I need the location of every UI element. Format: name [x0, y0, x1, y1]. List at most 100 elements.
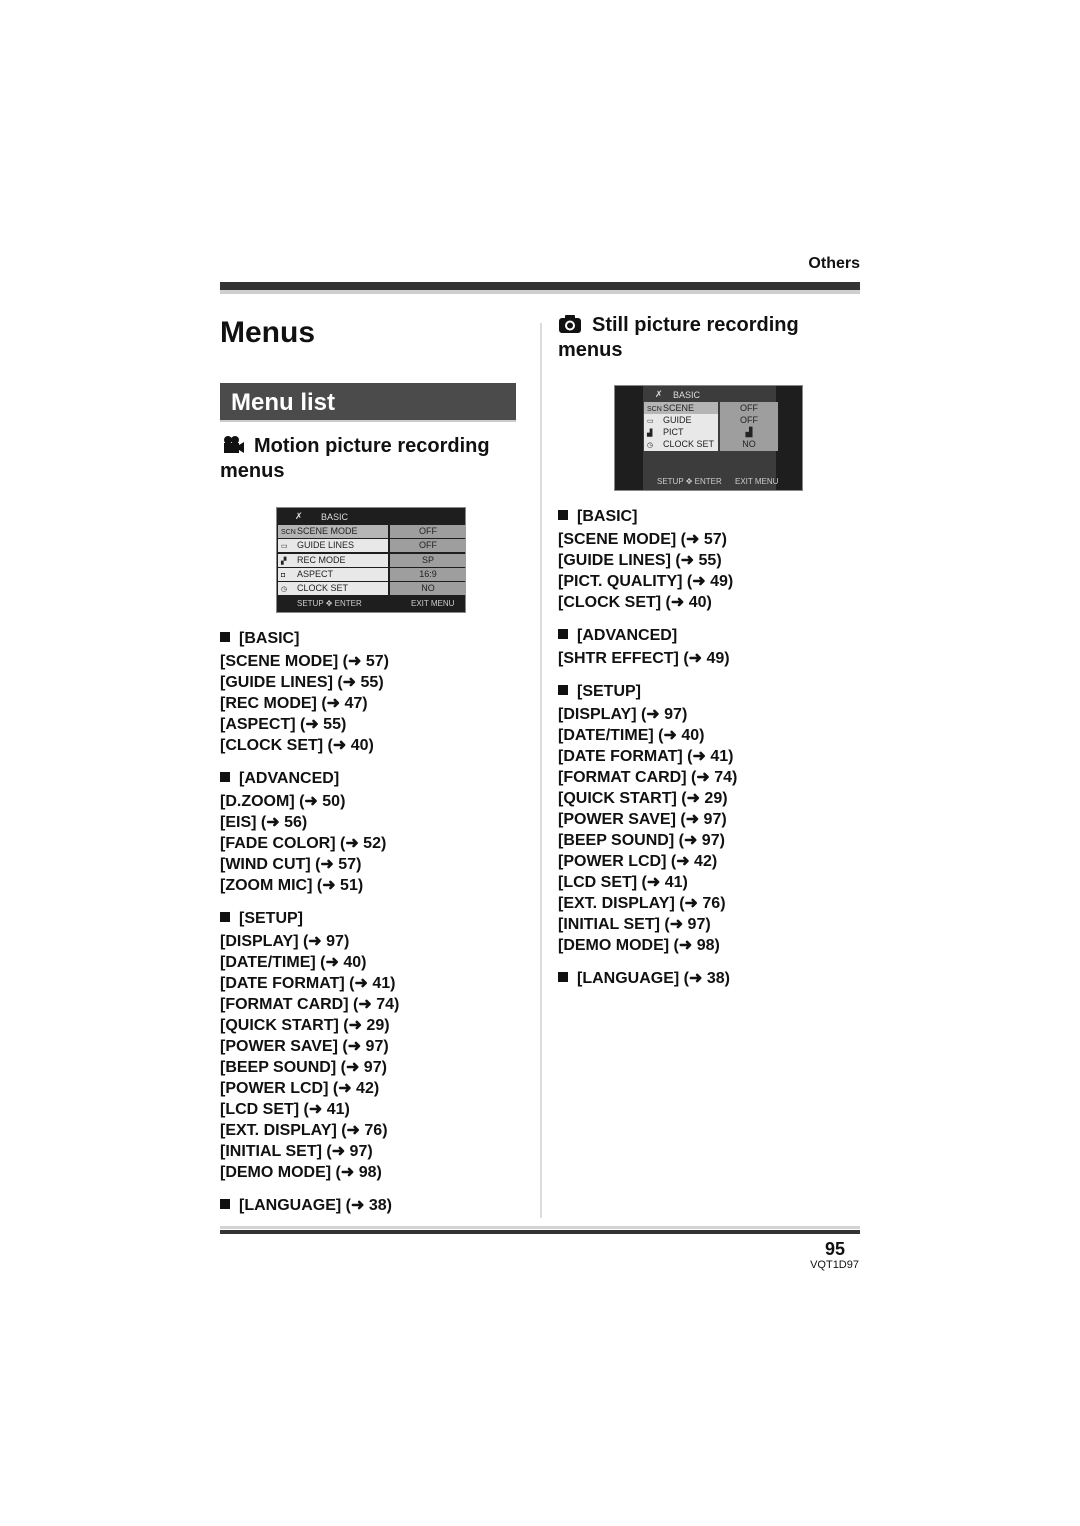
screen-row-value: OFF	[390, 539, 466, 553]
screen-menu-row: ◘ ASPECT	[278, 567, 388, 581]
still-heading-line2: menus	[558, 339, 623, 361]
menu-item-reference: [D.ZOOM] (➜ 50)	[220, 793, 346, 810]
bullet-square-icon	[558, 510, 568, 520]
screen-menu-row: SCNSCENE MODE	[278, 525, 388, 538]
screen-row-label: REC MODE	[297, 554, 346, 565]
still-menu-screenshot: ✗ BASIC SCNSCENE MODEOFF▭GUIDE LINESOFF▟…	[614, 385, 803, 491]
screen-row-value: SP	[390, 553, 466, 567]
menu-item-reference: [FORMAT CARD] (➜ 74)	[558, 769, 738, 786]
bullet-square-icon	[220, 912, 230, 922]
video-camera-icon	[220, 435, 244, 455]
motion-heading-line2: menus	[220, 460, 285, 482]
bullet-square-icon	[558, 685, 568, 695]
menu-item-reference: [QUICK START] (➜ 29)	[220, 1017, 390, 1034]
menu-group-title: [ADVANCED]	[558, 625, 677, 646]
bullet-square-icon	[558, 972, 568, 982]
screen-menu-row: ▭ GUIDE LINES	[278, 539, 388, 553]
menu-group-title: [BASIC]	[220, 628, 299, 649]
menu-item-reference: [POWER LCD] (➜ 42)	[220, 1080, 380, 1097]
screen-row-value: OFF	[390, 525, 466, 538]
screen-row-value: NO	[390, 582, 466, 596]
menu-group-title-text: [SETUP]	[239, 910, 303, 927]
screen-row-icon: SCN	[281, 529, 296, 536]
menu-item-reference: [DEMO MODE] (➜ 98)	[558, 937, 720, 954]
screen-footer-left: SETUP ✥ ENTER	[657, 477, 722, 486]
menu-item-reference: [DATE FORMAT] (➜ 41)	[220, 975, 396, 992]
menu-group-title-text: [LANGUAGE] (➜ 38)	[239, 1197, 392, 1214]
menu-item-reference: [FADE COLOR] (➜ 52)	[220, 835, 387, 852]
menu-item-reference: [QUICK START] (➜ 29)	[558, 790, 728, 807]
menu-item-reference: [BEEP SOUND] (➜ 97)	[558, 832, 725, 849]
screen-row-label: ASPECT	[297, 568, 334, 579]
menu-item-reference: [BEEP SOUND] (➜ 97)	[220, 1059, 387, 1076]
menu-item-reference: [POWER SAVE] (➜ 97)	[558, 811, 727, 828]
menu-item-reference: [ASPECT] (➜ 55)	[220, 716, 347, 733]
screen-row-value: 16:9	[390, 567, 466, 581]
menu-item-reference: [DATE/TIME] (➜ 40)	[558, 727, 705, 744]
screen-footer-right: EXIT MENU	[735, 477, 779, 486]
menu-item-reference: [REC MODE] (➜ 47)	[220, 695, 368, 712]
menu-item-reference: [SHTR EFFECT] (➜ 49)	[558, 650, 730, 667]
menu-group-title: [SETUP]	[558, 681, 641, 702]
screen-header: BASIC	[321, 512, 349, 522]
menu-item-reference: [INITIAL SET] (➜ 97)	[220, 1143, 373, 1160]
menu-item-reference: [ZOOM MIC] (➜ 51)	[220, 877, 364, 894]
page-title: Menus	[220, 316, 316, 349]
menu-item-reference: [EXT. DISPLAY] (➜ 76)	[558, 895, 726, 912]
menu-item-reference: [DATE FORMAT] (➜ 41)	[558, 748, 734, 765]
screen-row-label: SCENE MODE	[297, 526, 358, 536]
menu-item-reference: [POWER LCD] (➜ 42)	[558, 853, 718, 870]
still-heading-line1: Still picture recording	[592, 314, 799, 336]
menu-item-reference: [DATE/TIME] (➜ 40)	[220, 954, 367, 971]
motion-heading-line1: Motion picture recording	[254, 435, 490, 457]
screen-row-label: GUIDE LINES	[297, 540, 355, 551]
screen-header-icon: ✗	[655, 389, 663, 399]
screen-row-icon: ◘	[281, 571, 286, 579]
screen-row-label: CLOCK SET	[297, 583, 349, 594]
menu-item-reference: [CLOCK SET] (➜ 40)	[558, 594, 712, 611]
menu-group-title-text: [SETUP]	[577, 683, 641, 700]
menu-group-title: [LANGUAGE] (➜ 38)	[558, 968, 730, 989]
screen-row-icon: ◷	[647, 442, 654, 449]
menu-item-reference: [LCD SET] (➜ 41)	[558, 874, 688, 891]
menu-group-title: [ADVANCED]	[220, 768, 339, 789]
menu-item-reference: [CLOCK SET] (➜ 40)	[220, 737, 374, 754]
menu-group-title: [LANGUAGE] (➜ 38)	[220, 1195, 392, 1216]
screen-row-icon: ◷	[281, 586, 288, 594]
header-rule-shadow	[220, 290, 860, 294]
screen-header-icon: ✗	[295, 511, 303, 521]
screen-row-icon: ▭	[281, 543, 288, 551]
menu-group-title-text: [LANGUAGE] (➜ 38)	[577, 970, 730, 987]
menu-item-reference: [POWER SAVE] (➜ 97)	[220, 1038, 389, 1055]
motion-heading: Motion picture recording menus	[220, 434, 520, 484]
bullet-square-icon	[220, 632, 230, 642]
still-heading: Still picture recording menus	[558, 313, 858, 363]
column-divider	[540, 323, 542, 1218]
bullet-square-icon	[558, 629, 568, 639]
menu-group-title: [SETUP]	[220, 908, 303, 929]
header-rule	[220, 282, 860, 290]
menu-list-heading: Menu list	[220, 383, 516, 422]
document-code: VQT1D97	[810, 1259, 859, 1271]
menu-item-reference: [SCENE MODE] (➜ 57)	[220, 653, 389, 670]
menu-item-reference: [INITIAL SET] (➜ 97)	[558, 916, 711, 933]
menu-item-reference: [DISPLAY] (➜ 97)	[558, 706, 688, 723]
screen-menu-row: ▞ REC MODE	[278, 553, 388, 567]
camera-icon	[558, 314, 582, 334]
screen-row-icon: ▞	[281, 557, 287, 565]
menu-item-reference: [DEMO MODE] (➜ 98)	[220, 1164, 382, 1181]
screen-menu-row: ◷ CLOCK SET	[278, 582, 388, 596]
menu-item-reference: [LCD SET] (➜ 41)	[220, 1101, 350, 1118]
menu-item-reference: [EIS] (➜ 56)	[220, 814, 308, 831]
screen-menu-row: ◷ CLOCK SET	[644, 438, 718, 451]
menu-item-reference: [WIND CUT] (➜ 57)	[220, 856, 362, 873]
screen-header: BASIC	[673, 390, 701, 400]
menu-group-title: [BASIC]	[558, 506, 637, 527]
menu-item-reference: [SCENE MODE] (➜ 57)	[558, 531, 727, 548]
menu-item-reference: [DISPLAY] (➜ 97)	[220, 933, 350, 950]
screen-footer-right: EXIT MENU	[411, 599, 455, 608]
menu-group-title-text: [BASIC]	[239, 630, 300, 647]
menu-group-title-text: [ADVANCED]	[577, 627, 678, 644]
menu-group-title-text: [BASIC]	[577, 508, 638, 525]
section-tag: Others	[808, 255, 860, 272]
